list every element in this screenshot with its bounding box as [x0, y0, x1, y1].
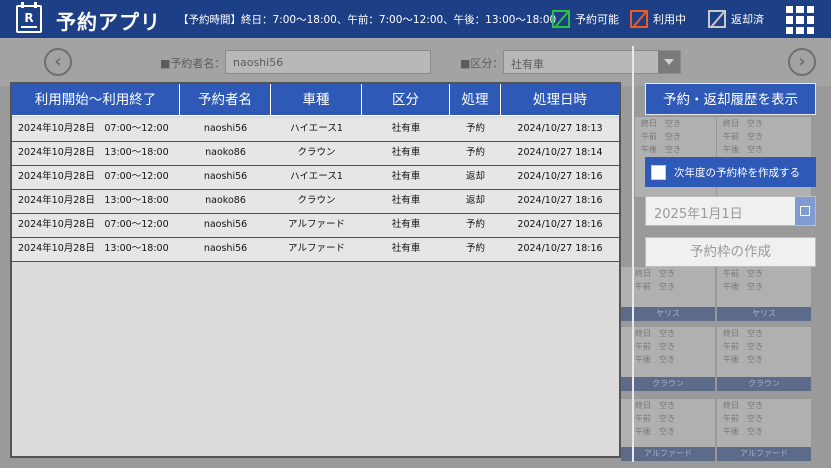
column-header-category: 区分: [362, 84, 450, 116]
in-use-status-icon: [630, 10, 648, 28]
cell-category: 社有車: [391, 243, 421, 254]
cell-user: naoshi56: [203, 171, 248, 182]
cell-period: 2024年10月28日 13:00～18:00: [18, 195, 169, 206]
cell-period: 2024年10月28日 07:00～12:00: [18, 171, 169, 182]
chevron-down-icon: [658, 51, 680, 73]
calendar-card: 終日 空き 午前 空き 午後 空き アルファード: [620, 398, 716, 462]
calendar-icon: R: [16, 2, 42, 33]
create-slots-button[interactable]: 予約枠の作成: [645, 237, 816, 267]
cell-category: 社有車: [391, 147, 421, 158]
cell-action: 予約: [465, 243, 485, 254]
category-filter-label: ■区分：: [460, 57, 504, 70]
panel-divider: [632, 46, 634, 462]
table-header: 利用開始～利用終了 予約者名 車種 区分 処理 処理日時: [12, 84, 619, 116]
show-history-button[interactable]: 予約・返却履歴を表示: [645, 83, 816, 115]
cell-datetime: 2024/10/27 18:14: [517, 147, 603, 158]
history-table-panel: 利用開始～利用終了 予約者名 車種 区分 処理 処理日時 2024年10月28日…: [10, 82, 621, 458]
user-filter-input[interactable]: naoshi56: [225, 50, 431, 74]
cell-car: クラウン: [297, 147, 336, 158]
cell-action: 予約: [465, 147, 485, 158]
reservation-hours: 【予約時間】終日：7:00～18:00、午前：7:00～12:00、午後：13:…: [178, 14, 557, 26]
car-name: クラウン: [621, 377, 715, 391]
column-header-car: 車種: [271, 84, 362, 116]
car-name: アルファード: [717, 447, 811, 461]
user-filter-label: ■予約者名：: [160, 57, 226, 70]
prev-week-button[interactable]: ‹: [44, 48, 72, 76]
start-date-picker[interactable]: 2025年1月1日: [645, 196, 816, 226]
column-header-user: 予約者名: [180, 84, 271, 116]
legend-in-use: 利用中: [630, 8, 686, 30]
calendar-card: 午前 空き 午後 空き ヤリス: [716, 266, 812, 322]
cell-user: naoshi56: [203, 219, 248, 230]
create-next-year-label: 次年度の予約枠を作成する: [674, 166, 800, 179]
table-row[interactable]: 2024年10月28日 13:00～18:00 naoko86 クラウン 社有車…: [12, 190, 619, 214]
available-status-icon: [552, 10, 570, 28]
legend-available-label: 予約可能: [575, 13, 619, 26]
cell-user: naoko86: [205, 195, 246, 206]
cell-category: 社有車: [391, 219, 421, 230]
car-name: アルファード: [621, 447, 715, 461]
next-week-button[interactable]: ›: [788, 48, 816, 76]
start-date-value: 2025年1月1日: [654, 207, 743, 222]
cell-datetime: 2024/10/27 18:16: [517, 171, 603, 182]
create-next-year-toggle[interactable]: 次年度の予約枠を作成する: [645, 157, 816, 187]
cell-user: naoko86: [205, 147, 246, 158]
cell-action: 予約: [465, 123, 485, 134]
column-header-datetime: 処理日時: [501, 84, 619, 116]
category-select-value: 社有車: [511, 58, 544, 71]
cell-user: naoshi56: [203, 243, 248, 254]
table-body[interactable]: 2024年10月28日 07:00～12:00 naoshi56 ハイエース1 …: [12, 118, 619, 262]
cell-car: クラウン: [297, 195, 336, 206]
legend-returned: 返却済: [708, 8, 764, 30]
calendar-card: 終日 空き 午前 空き 午後 空き クラウン: [620, 326, 716, 392]
column-header-period: 利用開始～利用終了: [12, 84, 180, 116]
calendar-card: 終日 空き 午前 空き ヤリス: [620, 266, 716, 322]
car-name: ヤリス: [621, 307, 715, 321]
cell-car: アルファード: [288, 219, 345, 230]
cell-period: 2024年10月28日 07:00～12:00: [18, 219, 169, 230]
cell-car: ハイエース1: [290, 123, 343, 134]
table-row[interactable]: 2024年10月28日 13:00～18:00 naoko86 クラウン 社有車…: [12, 142, 619, 166]
cell-period: 2024年10月28日 13:00～18:00: [18, 147, 169, 158]
cell-car: ハイエース1: [290, 171, 343, 182]
cell-period: 2024年10月28日 13:00～18:00: [18, 243, 169, 254]
table-row[interactable]: 2024年10月28日 07:00～12:00 naoshi56 ハイエース1 …: [12, 166, 619, 190]
legend-in-use-label: 利用中: [653, 13, 686, 26]
app-title: 予約アプリ: [56, 10, 161, 34]
cell-category: 社有車: [391, 195, 421, 206]
returned-status-icon: [708, 10, 726, 28]
legend-available: 予約可能: [552, 8, 619, 30]
cell-datetime: 2024/10/27 18:16: [517, 243, 603, 254]
calendar-picker-icon[interactable]: [795, 197, 815, 225]
cell-action: 予約: [465, 219, 485, 230]
cell-period: 2024年10月28日 07:00～12:00: [18, 123, 169, 134]
cell-car: アルファード: [288, 243, 345, 254]
car-name: クラウン: [717, 377, 811, 391]
cell-datetime: 2024/10/27 18:16: [517, 195, 603, 206]
column-header-action: 処理: [450, 84, 501, 116]
cell-datetime: 2024/10/27 18:13: [517, 123, 603, 134]
cell-action: 返却: [465, 195, 485, 206]
cell-user: naoshi56: [203, 123, 248, 134]
calendar-card: 終日 空き 午前 空き 午後 空き アルファード: [716, 398, 812, 462]
cell-category: 社有車: [391, 171, 421, 182]
calendar-card: 終日 空き 午前 空き 午後 空き クラウン: [716, 326, 812, 392]
car-name: ヤリス: [717, 307, 811, 321]
category-select[interactable]: 社有車: [503, 50, 681, 74]
cell-datetime: 2024/10/27 18:16: [517, 219, 603, 230]
table-row[interactable]: 2024年10月28日 13:00～18:00 naoshi56 アルファード …: [12, 238, 619, 262]
cell-category: 社有車: [391, 123, 421, 134]
table-row[interactable]: 2024年10月28日 07:00～12:00 naoshi56 ハイエース1 …: [12, 118, 619, 142]
app-grid-menu-icon[interactable]: [786, 6, 814, 34]
filter-toolbar: ‹ ■予約者名： naoshi56 ■区分： 社有車 ›: [0, 38, 831, 86]
app-header: R 予約アプリ 【予約時間】終日：7:00～18:00、午前：7:00～12:0…: [0, 0, 831, 38]
create-next-year-checkbox[interactable]: [651, 164, 666, 180]
legend-returned-label: 返却済: [731, 13, 764, 26]
table-row[interactable]: 2024年10月28日 07:00～12:00 naoshi56 アルファード …: [12, 214, 619, 238]
cell-action: 返却: [465, 171, 485, 182]
